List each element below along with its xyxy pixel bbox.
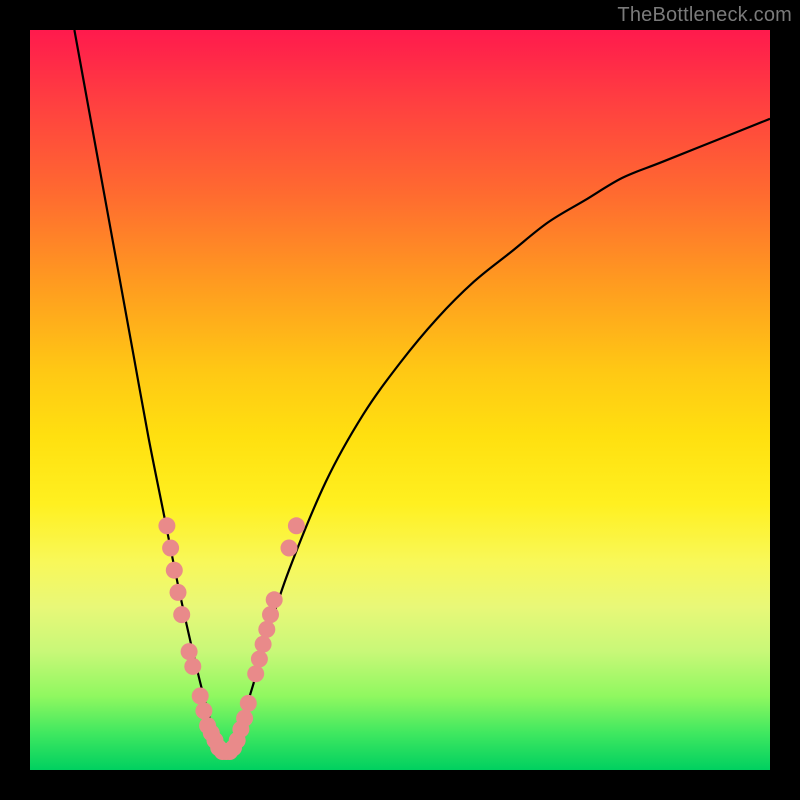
scatter-dot: [288, 517, 305, 534]
scatter-dot: [195, 702, 212, 719]
scatter-dot: [247, 665, 264, 682]
scatter-dot: [255, 636, 272, 653]
bottleneck-curve: [74, 30, 770, 756]
scatter-dot: [173, 606, 190, 623]
curve-path: [74, 30, 770, 756]
scatter-dot: [162, 540, 179, 557]
scatter-dot: [281, 540, 298, 557]
scatter-points: [158, 517, 305, 760]
scatter-dot: [192, 688, 209, 705]
scatter-dot: [236, 710, 253, 727]
scatter-dot: [266, 591, 283, 608]
scatter-dot: [158, 517, 175, 534]
scatter-dot: [166, 562, 183, 579]
scatter-dot: [181, 643, 198, 660]
scatter-dot: [184, 658, 201, 675]
chart-svg: [30, 30, 770, 770]
scatter-dot: [240, 695, 257, 712]
plot-area: [30, 30, 770, 770]
scatter-dot: [258, 621, 275, 638]
scatter-dot: [262, 606, 279, 623]
scatter-dot: [251, 651, 268, 668]
watermark-text: TheBottleneck.com: [617, 4, 792, 27]
scatter-dot: [170, 584, 187, 601]
chart-frame: TheBottleneck.com: [0, 0, 800, 800]
